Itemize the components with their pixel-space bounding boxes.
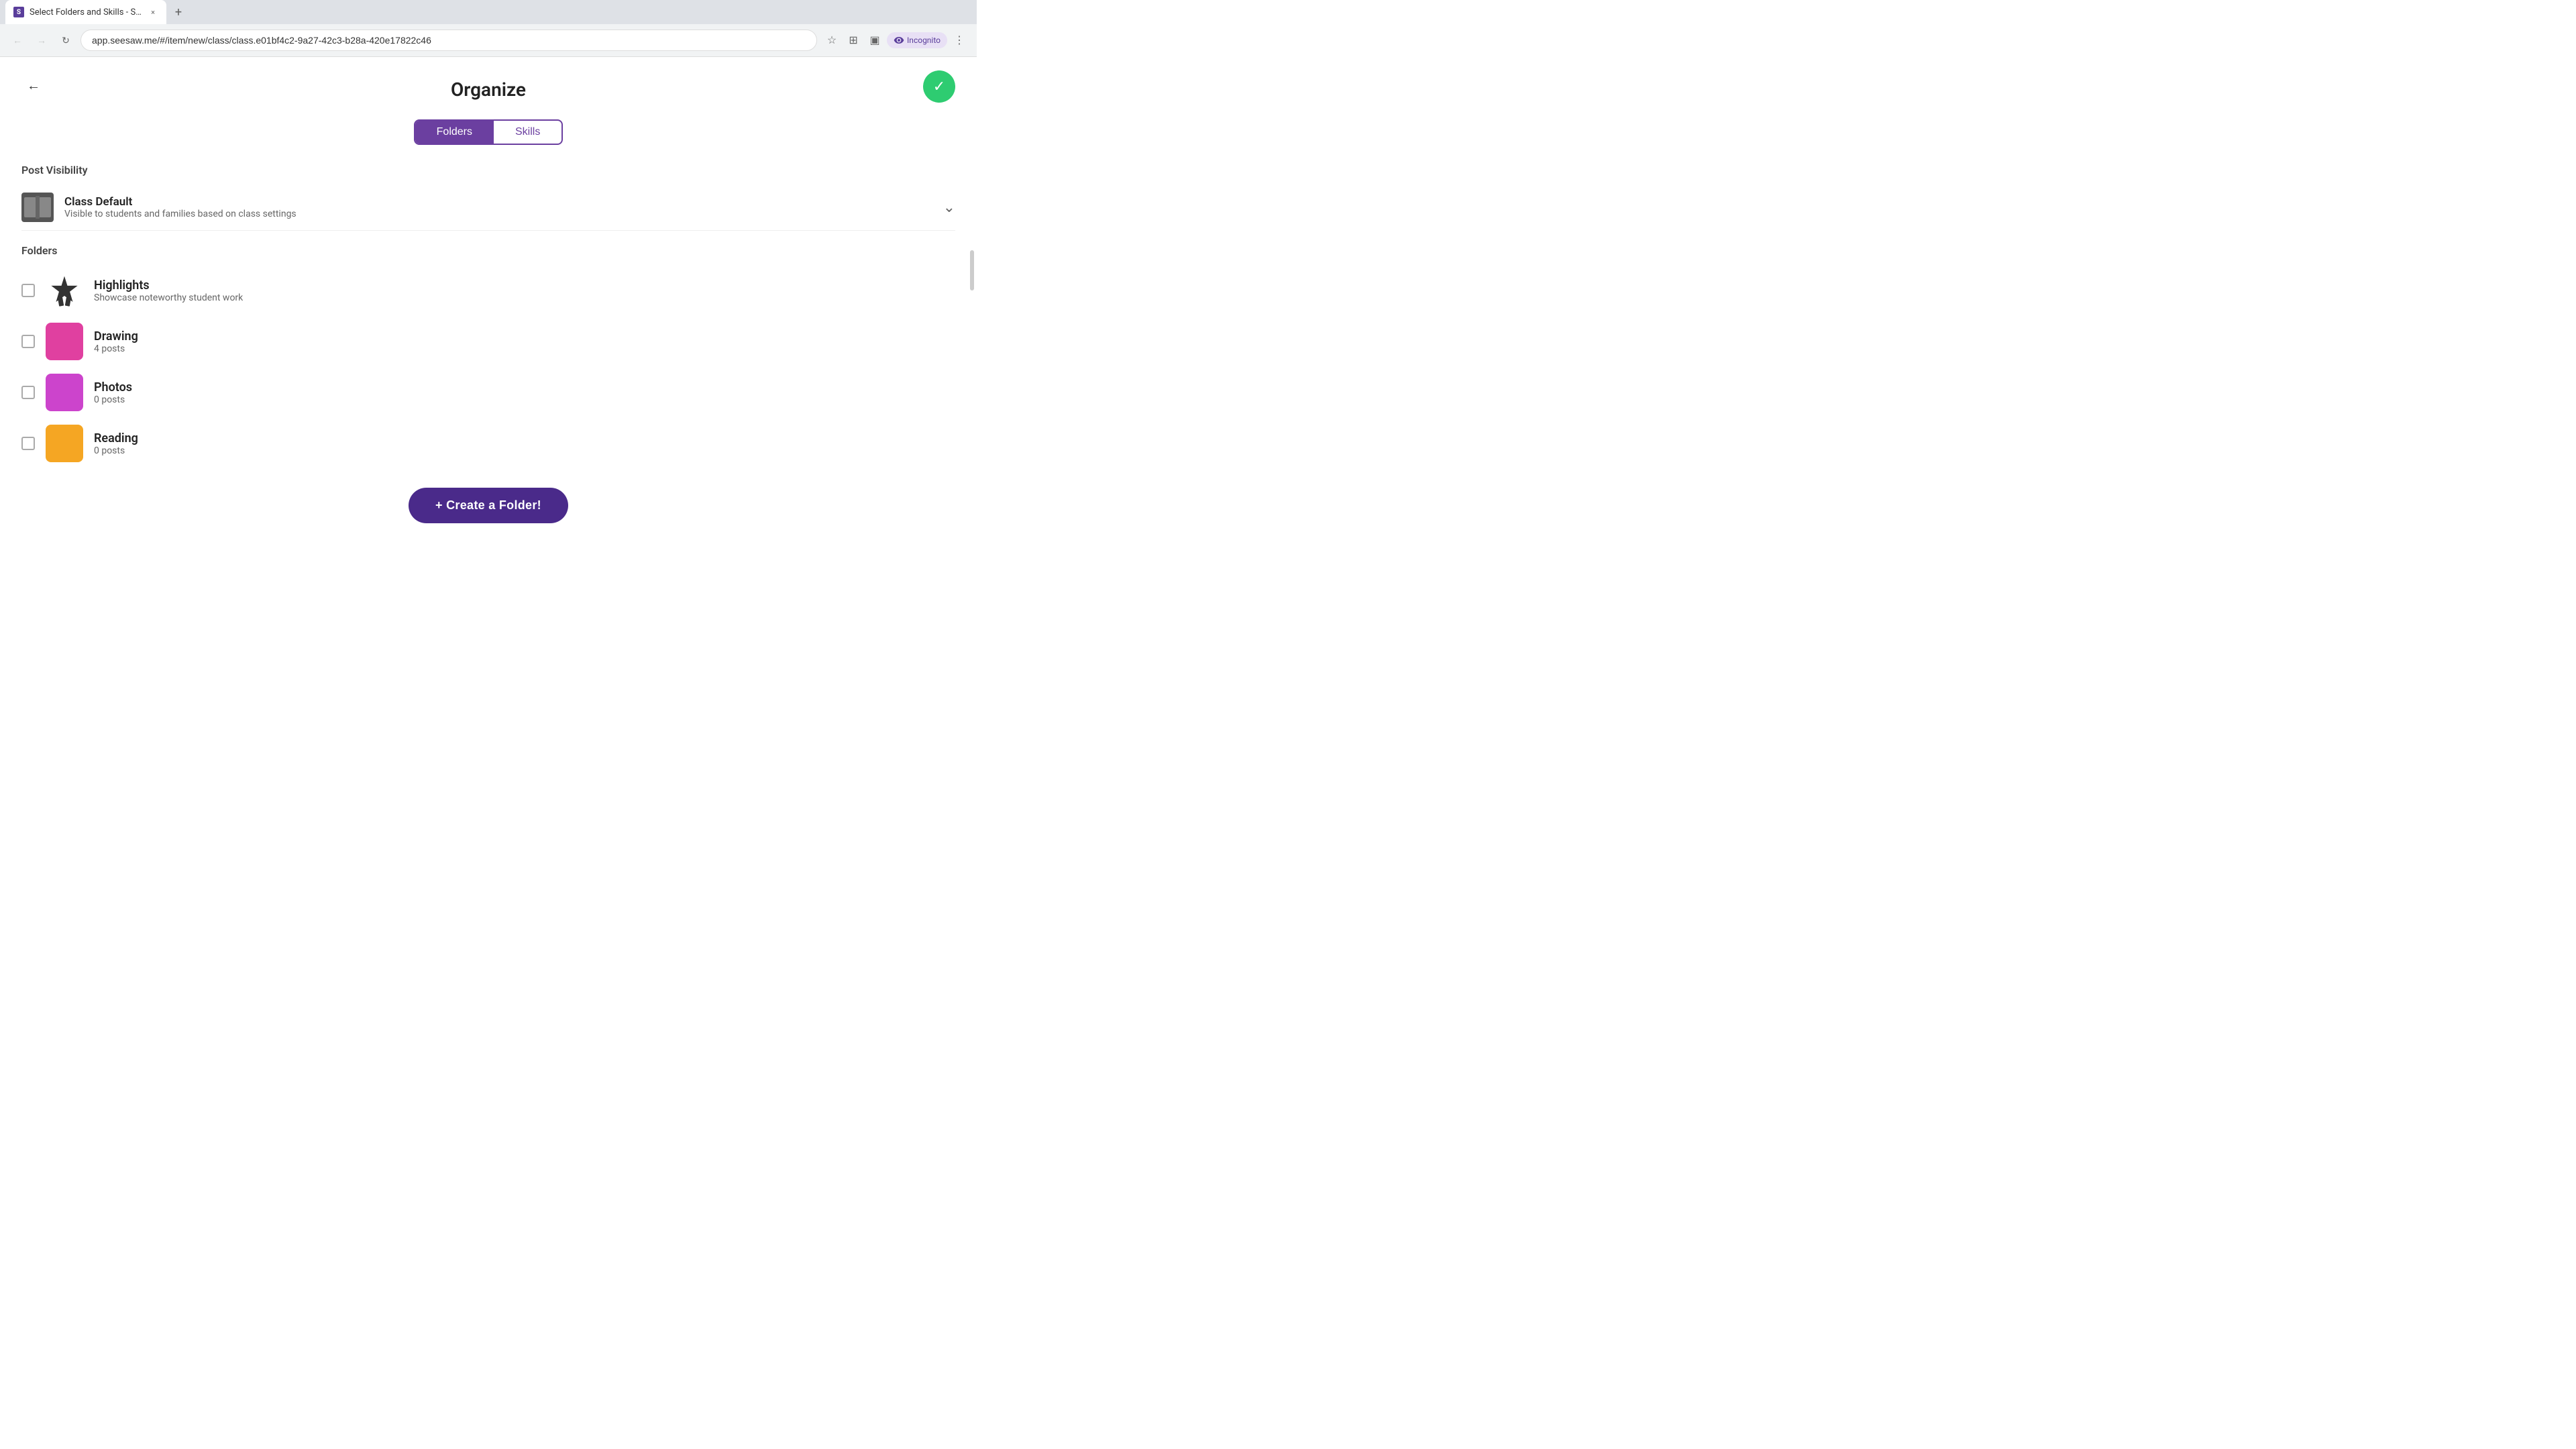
tab-folders[interactable]: Folders — [415, 121, 494, 144]
tab-title: Select Folders and Skills - Sees... — [30, 7, 142, 17]
drawing-name: Drawing — [94, 329, 138, 343]
list-item: Reading 0 posts — [21, 418, 955, 469]
create-folder-button[interactable]: + Create a Folder! — [409, 488, 568, 523]
incognito-label: Incognito — [907, 36, 941, 45]
active-tab[interactable]: S Select Folders and Skills - Sees... × — [5, 0, 166, 24]
star-award-icon — [48, 274, 81, 307]
drawing-info: Drawing 4 posts — [94, 329, 138, 354]
extensions-button[interactable]: ⊞ — [844, 31, 863, 50]
class-default-icon — [21, 193, 54, 222]
highlights-icon — [46, 272, 83, 309]
browser-chrome: S Select Folders and Skills - Sees... × … — [0, 0, 977, 57]
reading-name: Reading — [94, 431, 138, 445]
back-button[interactable]: ← — [21, 73, 46, 97]
drawing-description: 4 posts — [94, 343, 138, 354]
layout-button[interactable]: ▣ — [865, 31, 884, 50]
photos-checkbox[interactable] — [21, 386, 35, 399]
bookmark-button[interactable]: ☆ — [822, 31, 841, 50]
photos-icon — [46, 374, 83, 411]
highlights-name: Highlights — [94, 278, 243, 292]
address-bar: ← → ↻ ☆ ⊞ ▣ Incognito ⋮ — [0, 24, 977, 56]
tab-switcher: Folders Skills — [21, 119, 955, 145]
confirm-icon: ✓ — [933, 78, 945, 95]
forward-nav-button[interactable]: → — [32, 31, 51, 50]
highlights-description: Showcase noteworthy student work — [94, 292, 243, 303]
book-icon — [24, 196, 51, 219]
visibility-text: Class Default Visible to students and fa… — [64, 195, 297, 219]
visibility-chevron[interactable]: ⌄ — [943, 199, 955, 216]
menu-button[interactable]: ⋮ — [950, 31, 969, 50]
tab-bar: S Select Folders and Skills - Sees... × … — [0, 0, 977, 24]
visibility-row[interactable]: Class Default Visible to students and fa… — [21, 184, 955, 231]
reading-checkbox[interactable] — [21, 437, 35, 450]
list-item: Photos 0 posts — [21, 367, 955, 418]
url-input[interactable] — [80, 30, 817, 51]
tab-favicon: S — [13, 7, 24, 17]
scrollbar-track[interactable] — [970, 250, 974, 290]
confirm-button[interactable]: ✓ — [923, 70, 955, 103]
visibility-title: Class Default — [64, 195, 297, 209]
incognito-badge[interactable]: Incognito — [887, 32, 947, 48]
toolbar-icons: ☆ ⊞ ▣ Incognito ⋮ — [822, 31, 969, 50]
page-content: ← Organize ✓ Folders Skills Post Visibil… — [0, 57, 977, 539]
photos-info: Photos 0 posts — [94, 380, 132, 405]
photos-name: Photos — [94, 380, 132, 394]
tab-close-button[interactable]: × — [148, 7, 158, 17]
incognito-icon — [894, 35, 904, 46]
reload-button[interactable]: ↻ — [56, 31, 75, 50]
drawing-icon — [46, 323, 83, 360]
tab-switcher-inner: Folders Skills — [414, 119, 564, 145]
photos-description: 0 posts — [94, 394, 132, 405]
folders-section: Folders Highlights Showcase noteworthy s… — [21, 244, 955, 469]
reading-icon — [46, 425, 83, 462]
list-item: Highlights Showcase noteworthy student w… — [21, 265, 955, 316]
new-tab-button[interactable]: + — [169, 3, 188, 21]
highlights-info: Highlights Showcase noteworthy student w… — [94, 278, 243, 303]
back-nav-button[interactable]: ← — [8, 31, 27, 50]
post-visibility-label: Post Visibility — [21, 164, 955, 176]
tab-skills[interactable]: Skills — [494, 121, 561, 144]
visibility-description: Visible to students and families based o… — [64, 209, 297, 219]
highlights-checkbox[interactable] — [21, 284, 35, 297]
list-item: Drawing 4 posts — [21, 316, 955, 367]
reading-info: Reading 0 posts — [94, 431, 138, 456]
reading-description: 0 posts — [94, 445, 138, 456]
folders-label: Folders — [21, 244, 955, 257]
page-title: Organize — [21, 73, 955, 101]
drawing-checkbox[interactable] — [21, 335, 35, 348]
